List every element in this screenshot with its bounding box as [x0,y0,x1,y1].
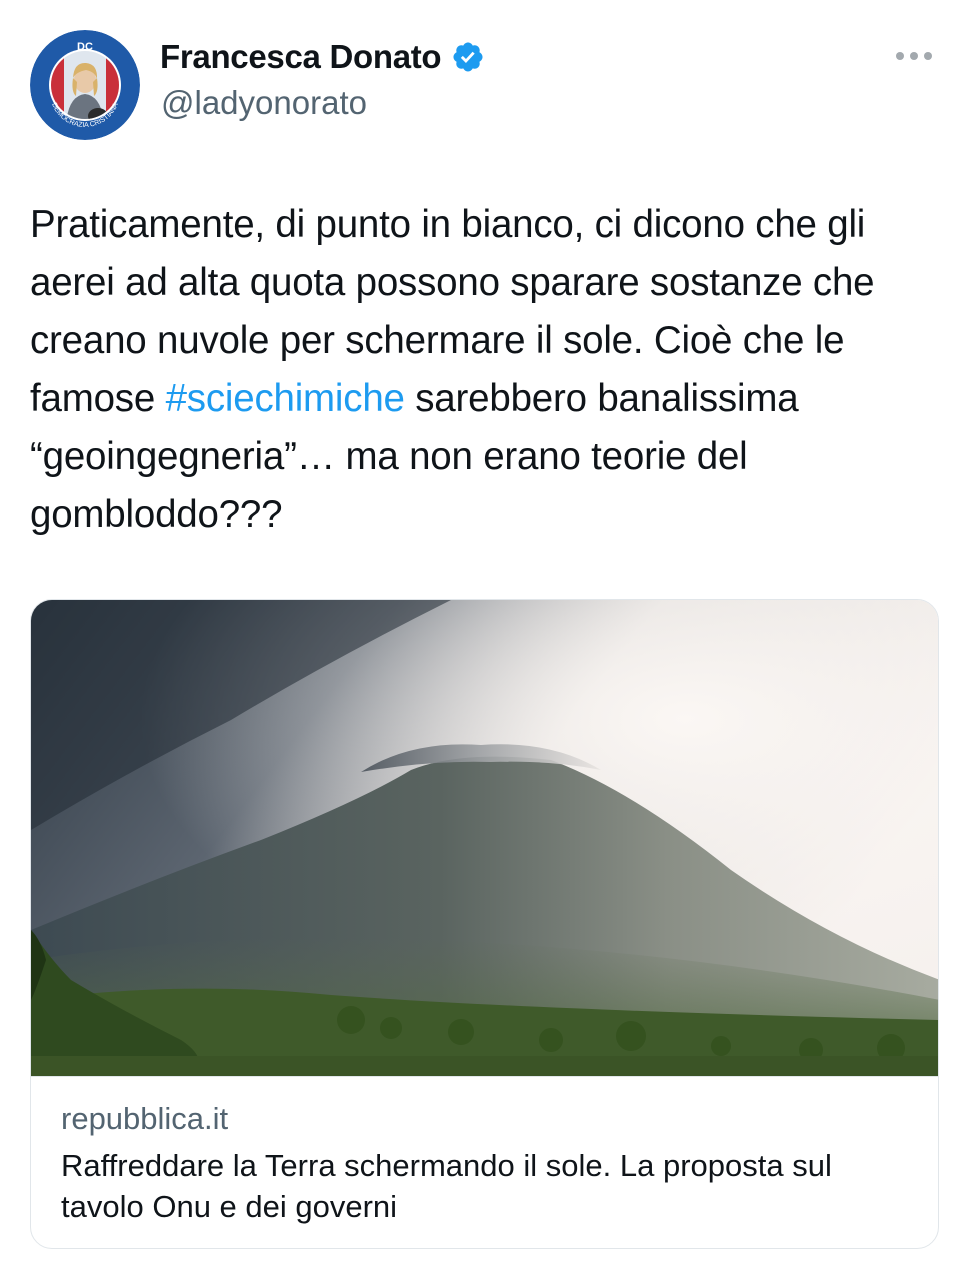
avatar-badge-text: DC [77,41,93,53]
more-dot [910,52,918,60]
author-handle[interactable]: @ladyonorato [161,84,367,122]
tweet-text: Praticamente, di punto in bianco, ci dic… [30,196,945,544]
tweet-header: DC DEMOCRAZIA CRISTIANA Francesca Donato… [0,0,971,160]
author-name-row: Francesca Donato [160,38,485,76]
hashtag-link[interactable]: #sciechimiche [166,377,405,420]
avatar-image: DC DEMOCRAZIA CRISTIANA [30,30,140,140]
volcano-photo-icon [31,600,938,1076]
link-card-title[interactable]: Raffreddare la Terra schermando il sole.… [61,1145,901,1227]
more-dot [896,52,904,60]
link-card-domain: repubblica.it [61,1101,229,1136]
verified-badge-icon [453,42,483,72]
more-options-icon[interactable] [896,46,942,66]
more-dot [924,52,932,60]
author-display-name[interactable]: Francesca Donato [160,38,442,76]
link-card-image[interactable] [31,600,938,1076]
avatar[interactable]: DC DEMOCRAZIA CRISTIANA [30,30,140,140]
link-preview-card[interactable]: repubblica.it Raffreddare la Terra scher… [30,599,939,1249]
link-card-footer: repubblica.it Raffreddare la Terra scher… [31,1076,938,1248]
